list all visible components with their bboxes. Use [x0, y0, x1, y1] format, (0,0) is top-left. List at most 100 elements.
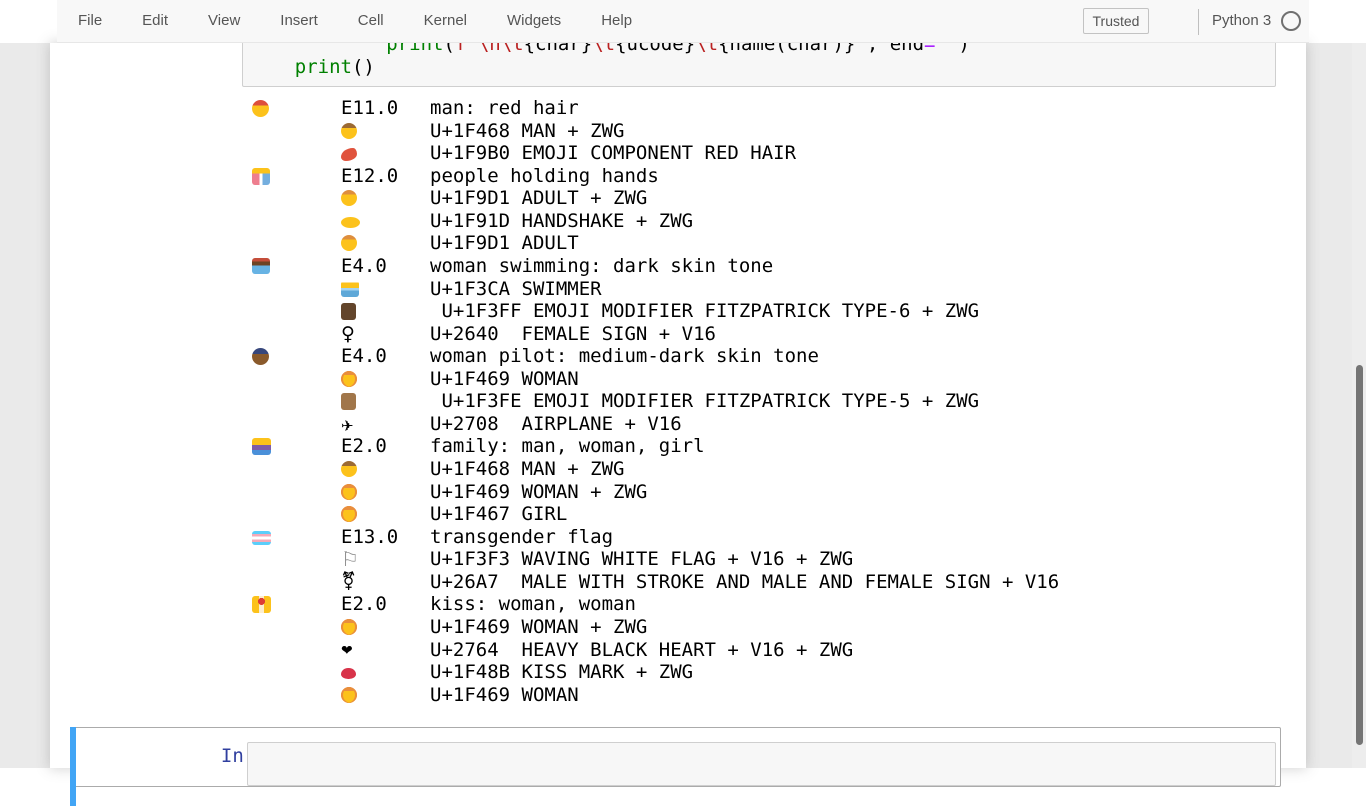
woman-icon	[341, 484, 357, 500]
trusted-button[interactable]: Trusted	[1083, 8, 1149, 34]
output-row: U+1F469 WOMAN	[246, 684, 1296, 707]
emoji-name: woman pilot: medium-dark skin tone	[430, 345, 819, 368]
man-icon	[341, 123, 357, 139]
output-row: ❤ U+2764 HEAVY BLACK HEART + V16 + ZWG	[246, 639, 1296, 662]
output-row: U+1F467 GIRL	[246, 503, 1296, 526]
codepoint-text: U+1F48B KISS MARK + ZWG	[430, 661, 693, 684]
cell-input-area[interactable]	[247, 742, 1276, 786]
emoji-name: transgender flag	[430, 526, 613, 549]
codepoint-text: U+1F469 WOMAN + ZWG	[430, 481, 647, 504]
output-row: ⚐ U+1F3F3 WAVING WHITE FLAG + V16 + ZWG	[246, 548, 1296, 571]
heavy-black-heart-icon: ❤	[341, 640, 353, 663]
menu-help[interactable]: Help	[601, 0, 632, 42]
menu-edit[interactable]: Edit	[142, 0, 168, 42]
swimmer-icon	[341, 281, 359, 297]
output-row: U+1F9D1 ADULT	[246, 232, 1296, 255]
emoji-name: woman swimming: dark skin tone	[430, 255, 773, 278]
codepoint-text: U+26A7 MALE WITH STROKE AND MALE AND FEM…	[430, 571, 1059, 594]
codepoint-text: U+2708 AIRPLANE + V16	[430, 413, 682, 436]
woman-icon	[341, 371, 357, 387]
codepoint-text: U+1F469 WOMAN + ZWG	[430, 616, 647, 639]
woman-swimming-dark-icon	[252, 258, 270, 274]
airplane-icon: ✈	[341, 415, 354, 438]
woman-pilot-icon	[252, 348, 269, 365]
kernel-divider	[1198, 9, 1199, 35]
menu-cell[interactable]: Cell	[358, 0, 384, 42]
skin-type-5-icon	[341, 393, 356, 410]
codepoint-text: U+1F468 MAN + ZWG	[430, 458, 624, 481]
codepoint-text: U+2764 HEAVY BLACK HEART + V16 + ZWG	[430, 639, 853, 662]
codepoint-text: U+1F3F3 WAVING WHITE FLAG + V16 + ZWG	[430, 548, 853, 571]
output-area: E11.0man: red hairU+1F468 MAN + ZWGU+1F9…	[246, 97, 1296, 706]
woman-icon	[341, 687, 357, 703]
output-row: ♀ U+2640 FEMALE SIGN + V16	[246, 323, 1296, 346]
red-hair-icon	[341, 148, 357, 161]
output-row: E2.0 kiss: woman, woman	[246, 593, 1296, 616]
emoji-version: E11.0	[341, 97, 398, 120]
kernel-name: Python 3	[1212, 12, 1271, 29]
handshake-icon	[341, 217, 360, 228]
emoji-name: man: red hair	[430, 97, 579, 120]
white-flag-icon: ⚐	[341, 548, 359, 571]
codepoint-text: U+1F3FE EMOJI MODIFIER FITZPATRICK TYPE-…	[430, 390, 979, 413]
output-row: U+1F469 WOMAN	[246, 368, 1296, 391]
output-row: U+1F468 MAN + ZWG	[246, 458, 1296, 481]
menubar-items: File Edit View Insert Cell Kernel Widgets Help	[78, 0, 672, 42]
menu-insert[interactable]: Insert	[280, 0, 318, 42]
adult-icon	[341, 235, 357, 251]
menu-widgets[interactable]: Widgets	[507, 0, 561, 42]
codepoint-text: U+2640 FEMALE SIGN + V16	[430, 323, 716, 346]
kernel-idle-icon	[1281, 11, 1301, 31]
adult-icon	[341, 190, 357, 206]
output-row: U+1F91D HANDSHAKE + ZWG	[246, 210, 1296, 233]
codepoint-text: U+1F9D1 ADULT	[430, 232, 579, 255]
output-row: E2.0 family: man, woman, girl	[246, 435, 1296, 458]
codepoint-text: U+1F467 GIRL	[430, 503, 567, 526]
codepoint-text: U+1F469 WOMAN	[430, 684, 579, 707]
output-row: ✈ U+2708 AIRPLANE + V16	[246, 413, 1296, 436]
selected-cell[interactable]: In [ ]:	[70, 727, 1281, 787]
scrollbar-track[interactable]	[1352, 43, 1366, 768]
scrollbar-thumb[interactable]	[1356, 365, 1363, 745]
output-row: U+1F469 WOMAN + ZWG	[246, 481, 1296, 504]
output-row: E4.0 woman swimming: dark skin tone	[246, 255, 1296, 278]
emoji-version: E2.0	[341, 593, 387, 616]
output-row: U+1F3FF EMOJI MODIFIER FITZPATRICK TYPE-…	[246, 300, 1296, 323]
emoji-version: E12.0	[341, 165, 398, 188]
female-sign-icon: ♀	[341, 323, 355, 346]
output-row: ⚧ U+26A7 MALE WITH STROKE AND MALE AND FE…	[246, 571, 1296, 594]
codepoint-text: U+1F3FF EMOJI MODIFIER FITZPATRICK TYPE-…	[430, 300, 979, 323]
emoji-name: family: man, woman, girl	[430, 435, 705, 458]
male-with-stroke-and-male-and-female-sign-icon: ⚧	[341, 571, 356, 594]
emoji-version: E4.0	[341, 255, 387, 278]
codepoint-text: U+1F91D HANDSHAKE + ZWG	[430, 210, 693, 233]
emoji-version: E13.0	[341, 526, 398, 549]
output-row: E11.0 man: red hair	[246, 97, 1296, 120]
output-row: U+1F468 MAN + ZWG	[246, 120, 1296, 143]
code-line: print()	[249, 56, 1269, 79]
woman-icon	[341, 619, 357, 635]
kiss-mark-icon	[341, 668, 356, 679]
codepoint-text: U+1F9B0 EMOJI COMPONENT RED HAIR	[430, 142, 796, 165]
man-red-hair-icon	[252, 100, 269, 117]
transgender-flag-icon	[252, 531, 271, 545]
codepoint-text: U+1F468 MAN + ZWG	[430, 120, 624, 143]
output-row: E12.0people holding hands	[246, 165, 1296, 188]
emoji-version: E4.0	[341, 345, 387, 368]
output-row: U+1F3CA SWIMMER	[246, 278, 1296, 301]
menu-kernel[interactable]: Kernel	[424, 0, 467, 42]
emoji-version: E2.0	[341, 435, 387, 458]
emoji-name: kiss: woman, woman	[430, 593, 636, 616]
family-icon	[252, 438, 271, 455]
output-row: U+1F3FE EMOJI MODIFIER FITZPATRICK TYPE-…	[246, 390, 1296, 413]
skin-type-6-icon	[341, 303, 356, 320]
output-row: E4.0 woman pilot: medium-dark skin tone	[246, 345, 1296, 368]
people-holding-hands-icon	[252, 168, 270, 185]
menubar: FileEditViewInsertCellKernelWidgetsHelp …	[57, 0, 1309, 43]
menu-file[interactable]: File	[78, 0, 102, 42]
kiss-woman-woman-icon	[252, 596, 271, 613]
codepoint-text: U+1F3CA SWIMMER	[430, 278, 602, 301]
output-row: U+1F9B0 EMOJI COMPONENT RED HAIR	[246, 142, 1296, 165]
codepoint-text: U+1F469 WOMAN	[430, 368, 579, 391]
menu-view[interactable]: View	[208, 0, 240, 42]
